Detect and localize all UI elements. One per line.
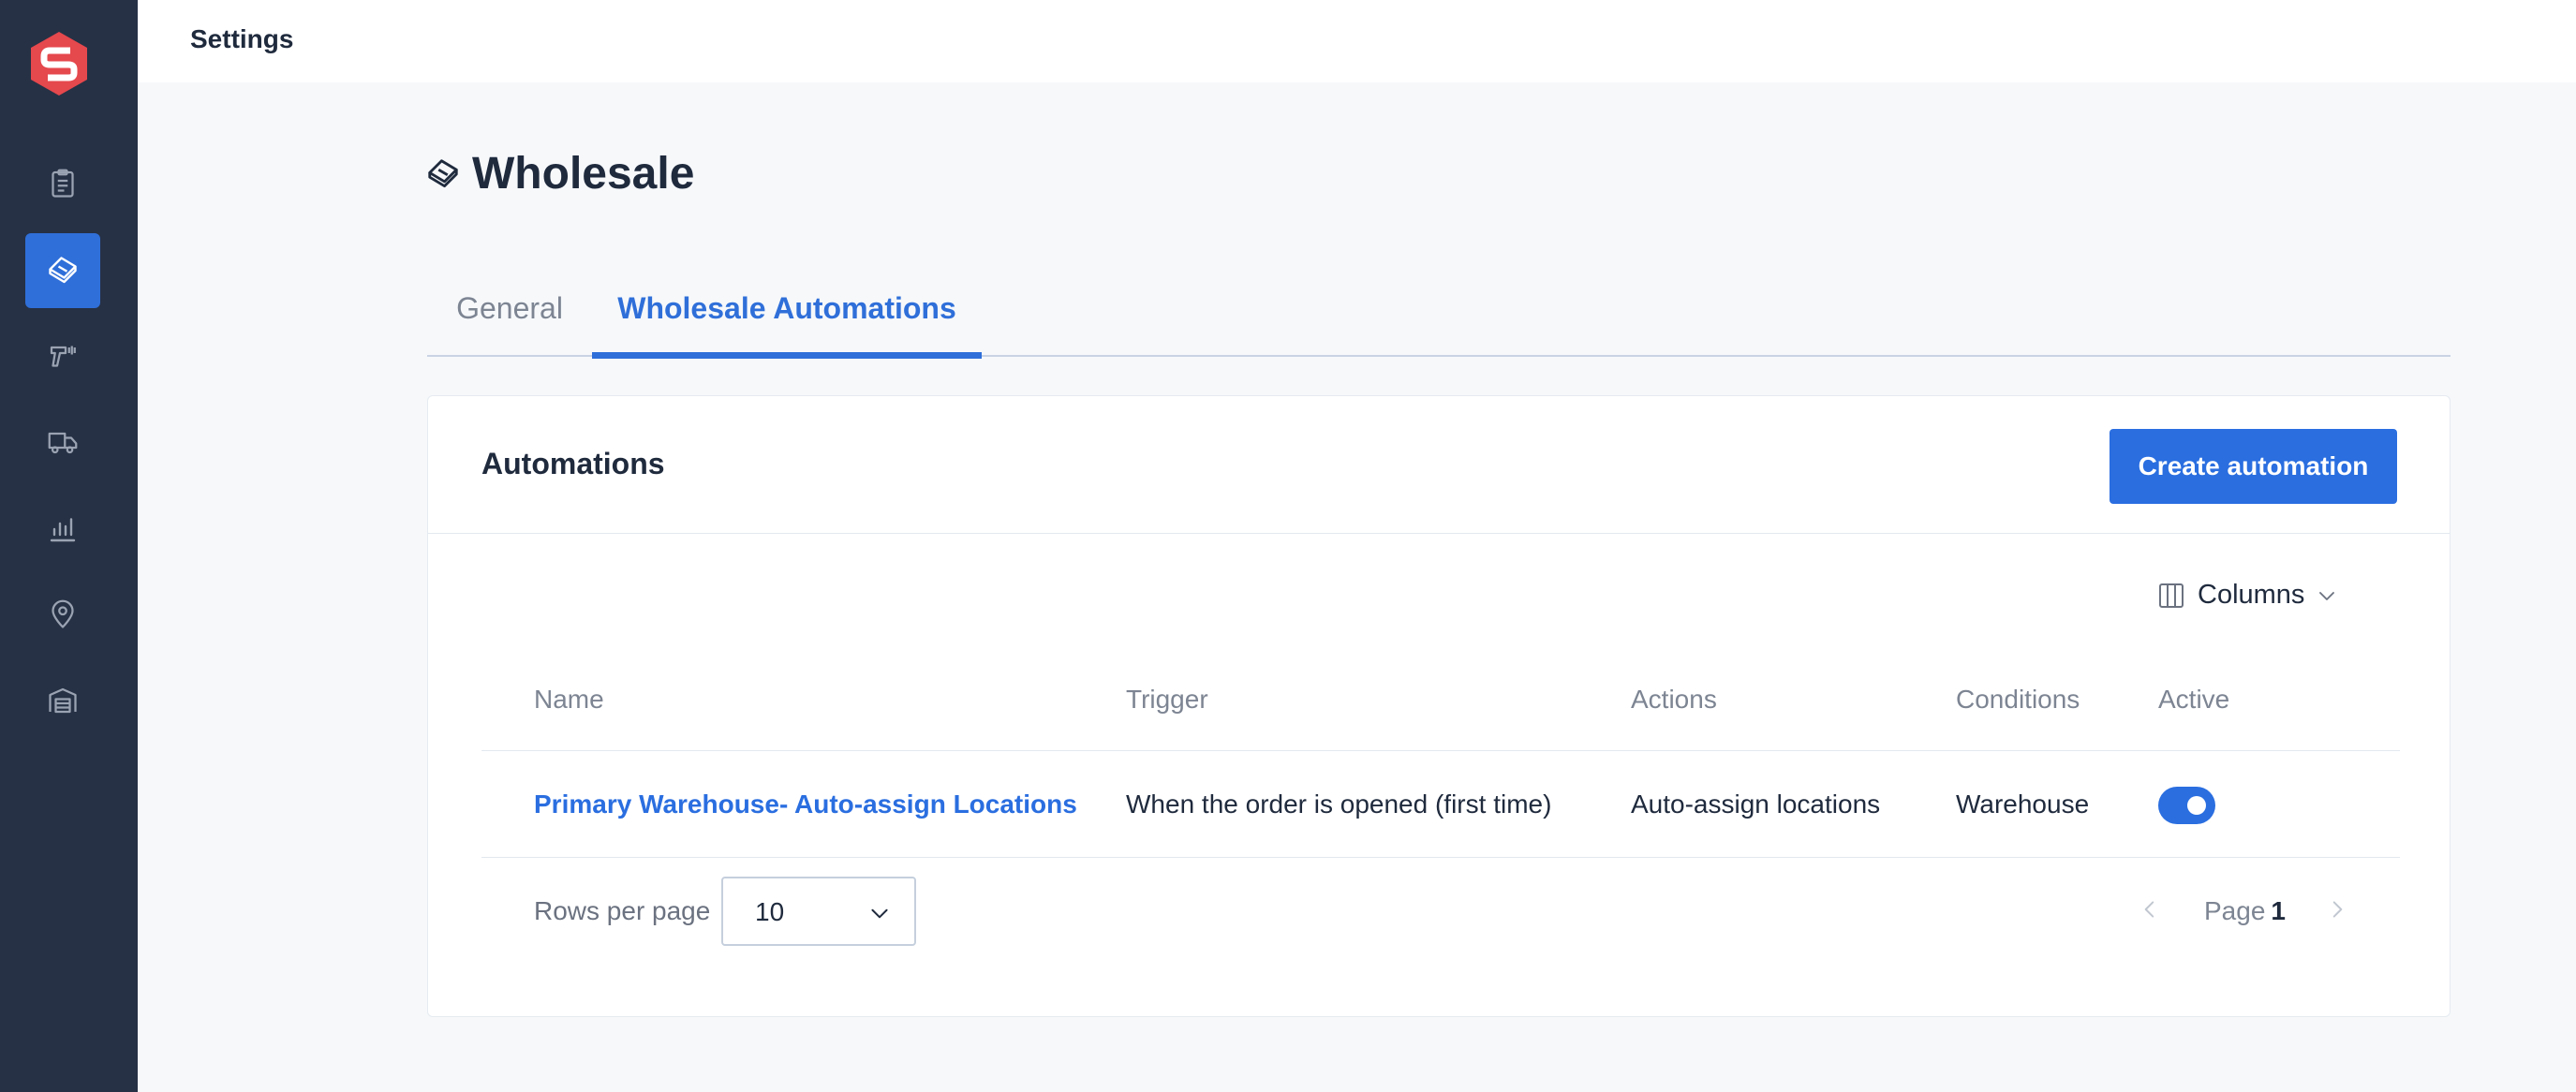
tab-bar: General Wholesale Automations [427, 260, 2450, 359]
truck-icon [48, 432, 78, 454]
sidebar-item-wholesale[interactable] [25, 233, 100, 308]
scanner-icon [50, 346, 76, 367]
automations-table: Name Trigger Actions Conditions Active P… [481, 649, 2400, 965]
rows-per-page-label: Rows per page [534, 896, 711, 925]
table-row: Primary Warehouse- Auto-assign Locations… [481, 751, 2400, 858]
page-title: Wholesale [472, 149, 695, 199]
column-header-active[interactable]: Active [2158, 685, 2229, 715]
toggle-knob [2187, 796, 2206, 815]
chevron-right-icon [2332, 901, 2343, 918]
sidebar-item-orders[interactable] [25, 146, 100, 221]
tab-general[interactable]: General [427, 260, 592, 357]
automation-conditions: Warehouse [1956, 789, 2090, 819]
rows-per-page-select[interactable]: 10 [721, 877, 916, 946]
chevron-down-icon [871, 908, 888, 919]
tab-wholesale-automations[interactable]: Wholesale Automations [592, 260, 982, 359]
page-heading: Wholesale [425, 148, 694, 199]
column-header-trigger[interactable]: Trigger [1126, 685, 1208, 715]
page-indicator: Page 1 [2204, 896, 2286, 926]
automation-actions: Auto-assign locations [1631, 789, 1881, 819]
warehouse-icon [49, 687, 77, 714]
table-footer: Rows per page 10 Page 1 [481, 858, 2400, 965]
columns-icon [2159, 583, 2184, 608]
location-pin-icon [52, 599, 74, 628]
page-label: Page [2204, 896, 2266, 925]
column-header-conditions[interactable]: Conditions [1956, 685, 2080, 715]
columns-label: Columns [2198, 580, 2305, 610]
sidebar [0, 0, 138, 1092]
sidebar-item-reports[interactable] [25, 492, 100, 567]
sidebar-item-locations[interactable] [25, 577, 100, 652]
sidebar-item-warehouse[interactable] [25, 663, 100, 738]
column-header-actions[interactable]: Actions [1631, 685, 1717, 715]
chevron-left-icon [2144, 901, 2154, 918]
column-header-name[interactable]: Name [534, 685, 604, 715]
clipboard-icon [52, 169, 74, 198]
previous-page-button[interactable] [2131, 891, 2169, 928]
sidebar-item-shipping[interactable] [25, 405, 100, 480]
columns-button[interactable]: Columns [2156, 580, 2338, 611]
sidebar-item-scanning[interactable] [25, 318, 100, 393]
create-automation-button[interactable]: Create automation [2110, 429, 2397, 504]
app-logo[interactable] [29, 30, 89, 97]
card-header: Automations Create automation [428, 396, 2450, 534]
page-number: 1 [2271, 896, 2286, 925]
automation-trigger: When the order is opened (first time) [1126, 789, 1552, 819]
active-toggle[interactable] [2158, 787, 2215, 824]
tags-icon [428, 158, 458, 187]
chevron-down-icon [2319, 591, 2335, 600]
automations-card: Automations Create automation Columns Na… [427, 395, 2450, 1017]
rows-per-page-value: 10 [755, 897, 785, 926]
card-title: Automations [481, 447, 665, 480]
top-bar: Settings [138, 0, 2576, 82]
tags-icon [49, 257, 77, 284]
next-page-button[interactable] [2318, 891, 2356, 928]
bar-chart-icon [50, 518, 76, 542]
automation-name-link[interactable]: Primary Warehouse- Auto-assign Locations [534, 789, 1077, 819]
header-title: Settings [190, 24, 294, 53]
table-header: Name Trigger Actions Conditions Active [481, 649, 2400, 751]
